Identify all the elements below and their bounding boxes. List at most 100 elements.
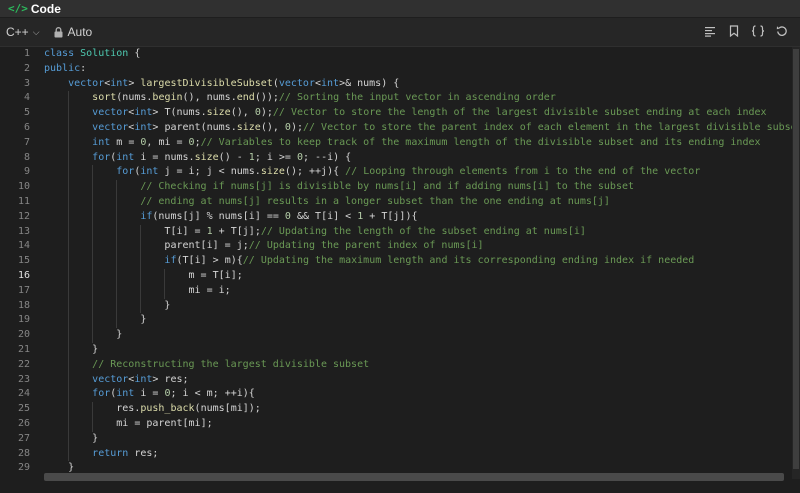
line-number: 4 xyxy=(23,92,30,104)
line-number: 7 xyxy=(23,136,30,148)
line-number: 10 xyxy=(17,181,30,193)
code-text: res.push_back(nums[mi]); xyxy=(116,403,261,415)
mode-indicator[interactable]: Auto xyxy=(54,25,92,39)
code-text: for(int j = i; j < nums.size(); ++j){ //… xyxy=(116,166,701,178)
braces-icon xyxy=(751,25,765,37)
code-text: for(int i = nums.size() - 1; i >= 0; --i… xyxy=(92,151,352,163)
line-number: 23 xyxy=(17,373,30,385)
line-number: 19 xyxy=(17,314,30,326)
vertical-scrollbar-thumb[interactable] xyxy=(793,49,799,469)
braces-button[interactable] xyxy=(750,23,766,39)
code-line[interactable]: 22 // Reconstructing the largest divisib… xyxy=(0,357,792,373)
code-text: int m = 0, mi = 0;// Variables to keep t… xyxy=(92,136,761,148)
code-text: // ending at nums[j] results in a longer… xyxy=(140,195,610,207)
code-line[interactable]: 10 // Checking if nums[j] is divisible b… xyxy=(0,180,792,195)
line-number: 25 xyxy=(17,403,30,415)
line-number: 26 xyxy=(17,417,30,429)
code-text: return res; xyxy=(92,447,159,459)
line-number: 8 xyxy=(23,151,30,163)
code-line[interactable]: 19 } xyxy=(0,313,792,329)
code-text: } xyxy=(44,329,123,341)
line-number: 5 xyxy=(23,107,30,119)
bookmark-icon xyxy=(729,25,739,37)
code-text: } xyxy=(44,314,147,326)
vertical-scrollbar[interactable] xyxy=(792,47,800,479)
code-line[interactable]: 5 vector<int> T(nums.size(), 0);// Vecto… xyxy=(0,106,792,121)
code-line[interactable]: 14 parent[i] = j;// Updating the parent … xyxy=(0,239,792,255)
line-number: 1 xyxy=(23,48,30,59)
code-line[interactable]: 20 } xyxy=(0,328,792,343)
bookmark-button[interactable] xyxy=(726,23,742,39)
line-number: 3 xyxy=(23,77,30,89)
line-number: 6 xyxy=(23,121,30,133)
code-text: m = T[i]; xyxy=(188,269,243,281)
line-number: 12 xyxy=(17,210,30,222)
language-selector[interactable]: C++ ⌵ xyxy=(6,25,40,39)
code-line[interactable]: 2 public: xyxy=(0,62,792,77)
toolbar-actions xyxy=(702,23,790,39)
reset-icon xyxy=(776,26,787,36)
code-text: vector<int> largestDivisibleSubset(vecto… xyxy=(68,77,400,89)
editor-footer xyxy=(0,482,800,493)
code-line[interactable]: 16 m = T[i]; xyxy=(0,268,792,284)
panel-header: </> Code xyxy=(0,0,800,17)
line-number: 28 xyxy=(17,447,30,459)
code-line[interactable]: 7 int m = 0, mi = 0;// Variables to keep… xyxy=(0,135,792,151)
code-line[interactable]: 1 class Solution { xyxy=(0,47,792,62)
code-text: // Reconstructing the largest divisible … xyxy=(92,358,370,370)
code-line[interactable]: 4 sort(nums.begin(), nums.end());// Sort… xyxy=(0,91,792,107)
code-line[interactable]: 27 } xyxy=(0,431,792,447)
reset-button[interactable] xyxy=(774,23,790,39)
code-text: parent[i] = j;// Updating the parent ind… xyxy=(164,240,484,252)
code-line[interactable]: 8 for(int i = nums.size() - 1; i >= 0; -… xyxy=(0,150,792,166)
code-line[interactable]: 9 for(int j = i; j < nums.size(); ++j){ … xyxy=(0,165,792,181)
code-line[interactable]: 11 // ending at nums[j] results in a lon… xyxy=(0,194,792,210)
code-editor[interactable]: 1 class Solution {2 public: 3 vector<int> l… xyxy=(0,47,792,479)
code-line[interactable]: 13 T[i] = 1 + T[j];// Updating the lengt… xyxy=(0,224,792,240)
code-line[interactable]: 15 if(T[i] > m){// Updating the maximum … xyxy=(0,254,792,269)
code-line[interactable]: 3 vector<int> largestDivisibleSubset(vec… xyxy=(0,77,792,92)
line-number: 21 xyxy=(17,343,30,355)
line-number: 9 xyxy=(23,166,30,178)
code-text: for(int i = 0; i < m; ++i){ xyxy=(92,388,255,400)
code-text: vector<int> parent(nums.size(), 0);// Ve… xyxy=(92,121,792,133)
code-text: } xyxy=(44,299,171,311)
code-line[interactable]: 12 if(nums[j] % nums[i] == 0 && T[i] < 1… xyxy=(0,209,792,225)
code-text: mi = parent[mi]; xyxy=(116,417,213,429)
format-button[interactable] xyxy=(702,23,718,39)
code-text: vector<int> res; xyxy=(92,373,189,385)
code-text: } xyxy=(44,343,99,355)
code-line[interactable]: 24 for(int i = 0; i < m; ++i){ xyxy=(0,387,792,403)
code-text: // Checking if nums[j] is divisible by n… xyxy=(140,181,635,193)
code-brackets-icon: </> xyxy=(8,2,28,15)
panel-title: Code xyxy=(30,1,61,16)
line-number: 22 xyxy=(17,358,30,370)
code-line[interactable]: 23 vector<int> res; xyxy=(0,372,792,388)
code-text: if(nums[j] % nums[i] == 0 && T[i] < 1 + … xyxy=(140,210,418,222)
code-line[interactable]: 17 mi = i; xyxy=(0,283,792,299)
line-number: 24 xyxy=(17,388,30,400)
language-label: C++ xyxy=(6,25,29,39)
line-number: 17 xyxy=(17,284,30,296)
code-text: if(T[i] > m){// Updating the maximum len… xyxy=(164,255,695,267)
line-number: 15 xyxy=(17,255,30,267)
code-line[interactable]: 21 } xyxy=(0,342,792,358)
code-text: vector<int> T(nums.size(), 0);// Vector … xyxy=(92,107,767,119)
line-number: 11 xyxy=(17,195,30,207)
line-number: 16 xyxy=(17,269,30,281)
lock-icon xyxy=(54,26,63,37)
code-line[interactable]: 26 mi = parent[mi]; xyxy=(0,416,792,432)
line-number: 20 xyxy=(17,329,30,341)
horizontal-scrollbar[interactable] xyxy=(44,473,784,481)
code-line[interactable]: 28 return res; xyxy=(0,446,792,462)
chevron-down-icon: ⌵ xyxy=(32,26,40,37)
code-line[interactable]: 6 vector<int> parent(nums.size(), 0);// … xyxy=(0,120,792,136)
code-text: public: xyxy=(44,62,87,74)
code-text: mi = i; xyxy=(188,284,231,296)
code-line[interactable]: 18 } xyxy=(0,298,792,314)
line-number: 2 xyxy=(23,62,30,74)
code-line[interactable]: 25 res.push_back(nums[mi]); xyxy=(0,402,792,417)
line-number: 18 xyxy=(17,299,30,311)
line-number: 14 xyxy=(17,240,30,252)
line-number: 27 xyxy=(17,432,30,444)
